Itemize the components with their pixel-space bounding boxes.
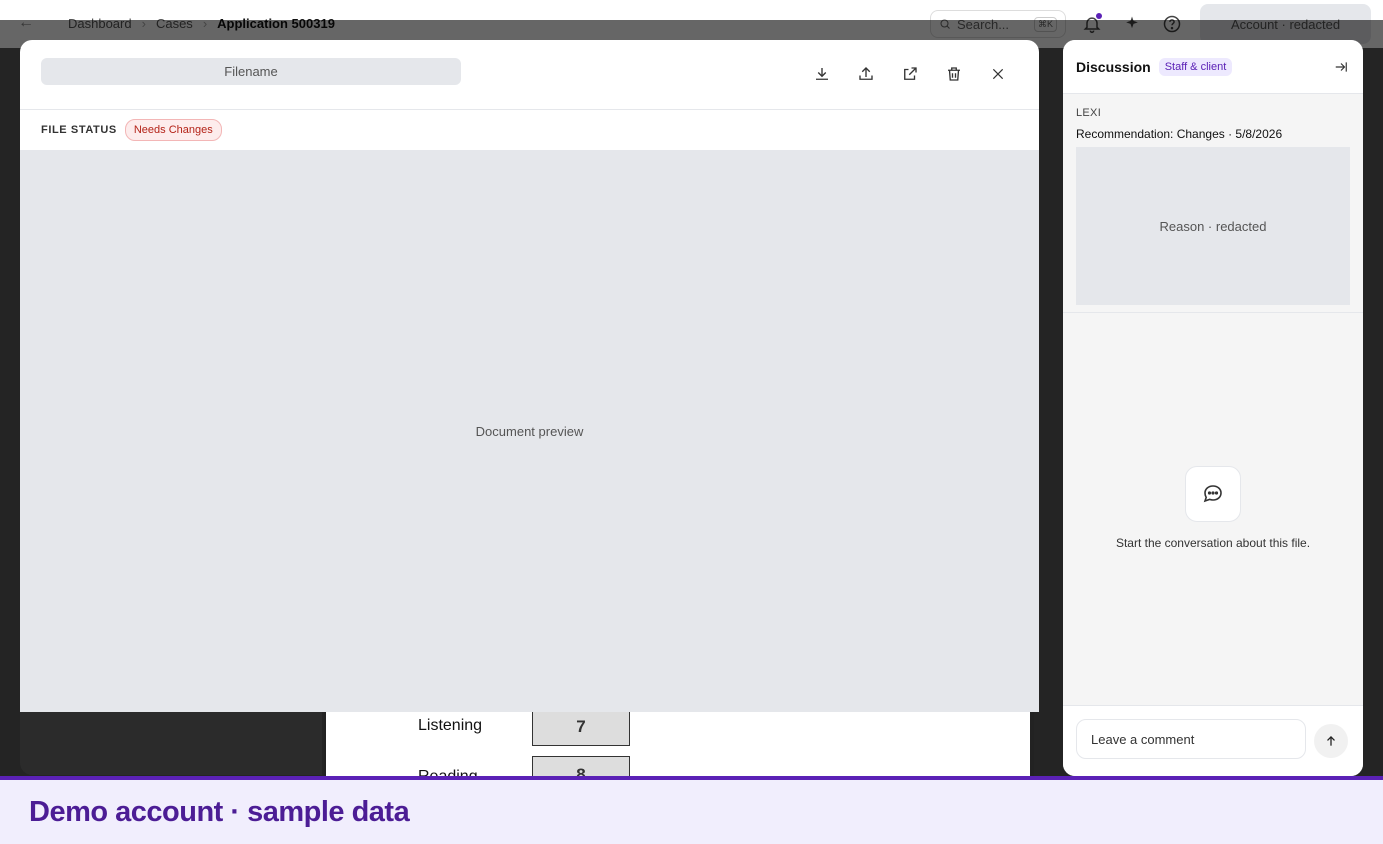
discussion-panel: Discussion Staff & client LEXI Recommend… bbox=[1063, 40, 1363, 776]
demo-banner-text: Demo account · sample data bbox=[29, 796, 410, 828]
notification-dot bbox=[1096, 13, 1102, 19]
trash-icon[interactable] bbox=[943, 63, 965, 85]
file-viewer-modal: Filename FILE STATUS Needs Changes Docum… bbox=[20, 40, 1039, 712]
document-preview-label: Document preview bbox=[475, 424, 584, 439]
doc-row-label: Listening bbox=[418, 717, 483, 734]
discussion-title: Discussion bbox=[1076, 58, 1151, 75]
arrow-up-icon bbox=[1327, 736, 1335, 746]
download-icon[interactable] bbox=[811, 63, 833, 85]
demo-banner: Demo account · sample data bbox=[0, 776, 1383, 844]
recommendation-summary: Recommendation: Changes · 5/8/2026 bbox=[1076, 127, 1283, 141]
collapse-panel-icon[interactable] bbox=[1332, 58, 1350, 76]
underlying-sidebar bbox=[20, 710, 322, 775]
discussion-header: Discussion Staff & client bbox=[1063, 40, 1363, 94]
recommendation-author: LEXI bbox=[1076, 107, 1102, 119]
modal-header: Filename bbox=[20, 40, 1039, 110]
file-status-label: FILE STATUS bbox=[41, 124, 117, 136]
external-link-icon[interactable] bbox=[899, 63, 921, 85]
comment-composer bbox=[1063, 705, 1363, 776]
send-comment-button[interactable] bbox=[1314, 724, 1348, 758]
file-status-row: FILE STATUS Needs Changes bbox=[20, 110, 1039, 151]
chat-bubble-icon bbox=[1185, 466, 1241, 522]
audience-badge: Staff & client bbox=[1158, 57, 1233, 76]
upload-icon[interactable] bbox=[855, 63, 877, 85]
empty-conversation-text: Start the conversation about this file. bbox=[1115, 536, 1311, 550]
doc-row-value: 7 bbox=[532, 708, 630, 746]
recommendation-card: LEXI Recommendation: Changes · 5/8/2026 … bbox=[1063, 94, 1363, 313]
empty-conversation: Start the conversation about this file. bbox=[1063, 313, 1363, 705]
comment-input[interactable] bbox=[1076, 719, 1306, 759]
status-badge[interactable]: Needs Changes bbox=[124, 119, 222, 141]
document-preview[interactable]: Document preview bbox=[20, 151, 1039, 712]
filename: Filename bbox=[41, 58, 461, 85]
close-icon[interactable] bbox=[987, 63, 1009, 85]
recommendation-reason: Reason · redacted bbox=[1076, 147, 1350, 305]
